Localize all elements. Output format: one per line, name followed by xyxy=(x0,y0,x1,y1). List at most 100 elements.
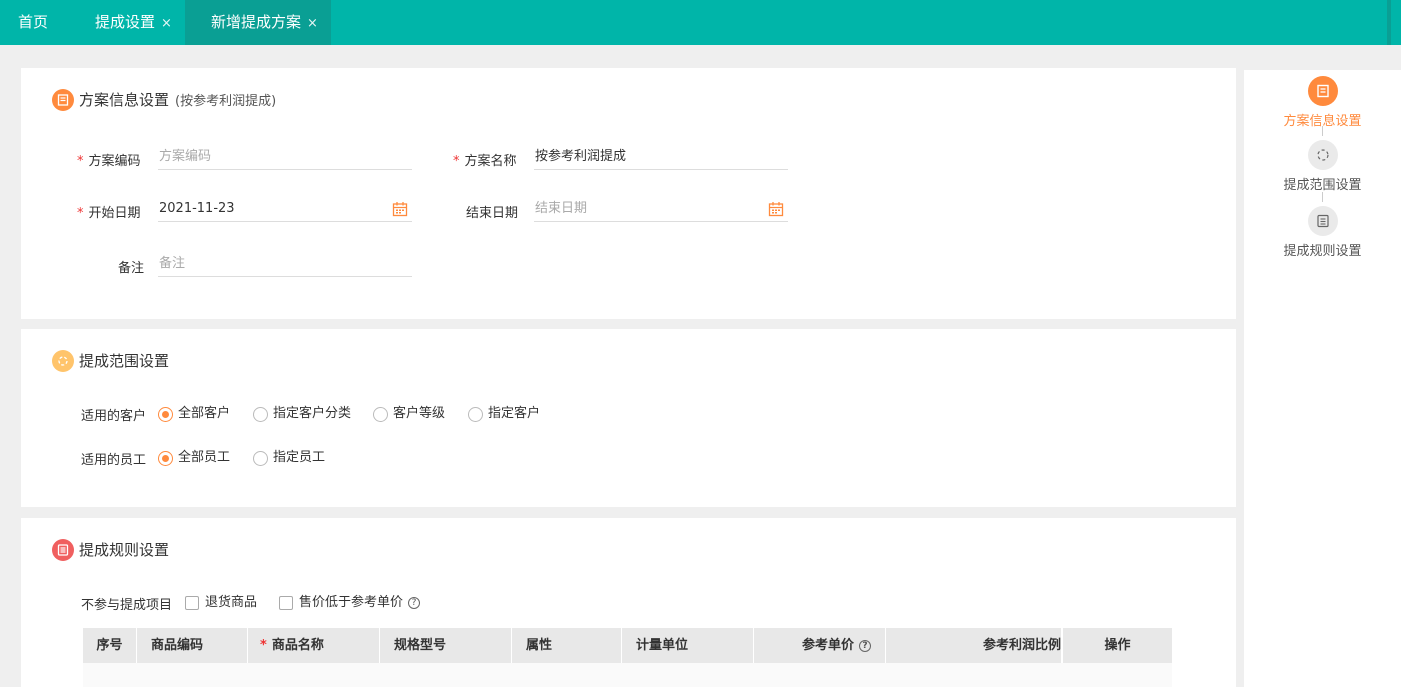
col-ref-profit-ratio: 参考利润比例 xyxy=(886,628,1062,663)
col-attribute: 属性 xyxy=(512,628,622,663)
radio-label: 指定客户分类 xyxy=(273,406,352,421)
col-product-code: 商品编码 xyxy=(137,628,248,663)
tab-home-label: 首页 xyxy=(18,13,49,31)
plan-name-label-text: 方案名称 xyxy=(464,154,517,169)
tab-new-plan-label: 新增提成方案 xyxy=(211,13,302,31)
top-tab-bar: 首页 提成设置 × 新增提成方案 × xyxy=(0,0,1401,45)
col-spec: 规格型号 xyxy=(380,628,512,663)
step-connector xyxy=(1322,126,1323,136)
radio-customer-category[interactable]: 指定客户分类 xyxy=(253,405,351,423)
plan-code-label: * 方案编码 xyxy=(77,150,141,169)
step-connector xyxy=(1322,192,1323,202)
checkbox-icon xyxy=(279,596,293,610)
radio-specific-customer[interactable]: 指定客户 xyxy=(468,405,540,423)
checkbox-returned-goods[interactable]: 退货商品 xyxy=(185,594,257,612)
tab-new-plan[interactable]: 新增提成方案 × xyxy=(185,0,331,45)
col-product-name: * 商品名称 xyxy=(248,628,380,663)
required-mark: * xyxy=(453,154,460,169)
list-icon xyxy=(52,539,74,561)
step-scope[interactable]: 提成范围设置 xyxy=(1244,140,1401,193)
tab-bar-edge xyxy=(1387,0,1391,45)
calendar-icon[interactable] xyxy=(768,201,784,217)
radio-label: 全部客户 xyxy=(178,406,231,421)
end-date-label-text: 结束日期 xyxy=(466,206,519,221)
radio-checked-icon xyxy=(158,450,173,466)
help-icon[interactable]: ? xyxy=(859,639,871,652)
required-mark: * xyxy=(77,206,84,221)
radio-specific-employee[interactable]: 指定员工 xyxy=(253,449,325,467)
exclude-items-label: 不参与提成项目 xyxy=(81,598,173,613)
remark-label: 备注 xyxy=(118,257,144,276)
col-unit: 计量单位 xyxy=(622,628,754,663)
radio-unchecked-icon xyxy=(468,406,483,422)
end-date-placeholder: 结束日期 xyxy=(535,201,588,216)
step-plan-info[interactable]: 方案信息设置 xyxy=(1244,76,1401,129)
plan-code-input[interactable]: 方案编码 xyxy=(158,144,412,170)
plan-name-label: * 方案名称 xyxy=(453,150,517,169)
checkbox-icon xyxy=(185,596,199,610)
end-date-label: 结束日期 xyxy=(466,202,518,221)
customer-scope-label: 适用的客户 xyxy=(81,409,147,424)
plan-name-value: 按参考利润提成 xyxy=(535,149,627,164)
table-header: 序号 商品编码 * 商品名称 规格型号 属性 计量单位 参考单价? 参考利润比例 … xyxy=(83,628,1172,663)
start-date-label: * 开始日期 xyxy=(77,202,141,221)
close-icon[interactable]: × xyxy=(161,16,172,31)
end-date-input[interactable]: 结束日期 xyxy=(534,196,788,222)
close-icon[interactable]: × xyxy=(307,16,318,31)
start-date-input[interactable]: 2021-11-23 xyxy=(158,196,412,222)
radio-unchecked-icon xyxy=(373,406,388,422)
radio-all-customers[interactable]: 全部客户 xyxy=(158,405,230,423)
tab-commission-label: 提成设置 xyxy=(95,13,156,31)
remark-placeholder: 备注 xyxy=(159,256,186,271)
rules-card: 提成规则设置 不参与提成项目 退货商品 售价低于参考单价? 序号 商品编码 * 商… xyxy=(21,518,1236,687)
radio-label: 全部员工 xyxy=(178,450,231,465)
section-title-scope: 提成范围设置 xyxy=(79,352,170,370)
required-mark: * xyxy=(77,154,84,169)
scope-card: 提成范围设置 适用的客户 全部客户 指定客户分类 客户等级 指定客户 适用的员工… xyxy=(21,329,1236,507)
radio-customer-level[interactable]: 客户等级 xyxy=(373,405,445,423)
document-icon xyxy=(52,89,74,111)
radio-unchecked-icon xyxy=(253,450,268,466)
document-icon xyxy=(1307,76,1338,106)
section-title-rules: 提成规则设置 xyxy=(79,541,170,559)
circle-dots-icon xyxy=(52,350,74,372)
radio-checked-icon xyxy=(158,406,173,422)
checkbox-label: 退货商品 xyxy=(205,595,258,610)
employee-scope-label: 适用的员工 xyxy=(81,453,147,468)
tab-commission-settings[interactable]: 提成设置 × xyxy=(95,0,172,45)
help-icon[interactable]: ? xyxy=(408,597,421,609)
start-date-value: 2021-11-23 xyxy=(159,201,235,216)
step-rules[interactable]: 提成规则设置 xyxy=(1244,206,1401,259)
remark-label-text: 备注 xyxy=(118,261,145,276)
step-label: 提成规则设置 xyxy=(1283,244,1362,259)
table-row xyxy=(83,663,1172,687)
radio-all-employees[interactable]: 全部员工 xyxy=(158,449,230,467)
col-product-name-text: 商品名称 xyxy=(271,638,324,653)
col-ref-price: 参考单价? xyxy=(754,628,886,663)
col-actions: 操作 xyxy=(1062,628,1172,663)
radio-label: 客户等级 xyxy=(393,406,446,421)
calendar-icon[interactable] xyxy=(392,201,408,217)
radio-label: 指定客户 xyxy=(488,406,541,421)
step-label: 提成范围设置 xyxy=(1283,178,1362,193)
plan-info-card: 方案信息设置 (按参考利润提成) * 方案编码 方案编码 * 方案名称 按参考利润提成… xyxy=(21,68,1236,319)
checkbox-label: 售价低于参考单价 xyxy=(299,595,404,610)
checkbox-below-ref-price[interactable]: 售价低于参考单价? xyxy=(279,594,421,612)
rules-table: 序号 商品编码 * 商品名称 规格型号 属性 计量单位 参考单价? 参考利润比例 … xyxy=(83,628,1172,687)
start-date-label-text: 开始日期 xyxy=(88,206,141,221)
remark-input[interactable]: 备注 xyxy=(158,251,412,277)
plan-code-label-text: 方案编码 xyxy=(88,154,141,169)
plan-info-title: 方案信息设置 xyxy=(79,91,170,109)
section-title-plan-info: 方案信息设置 (按参考利润提成) xyxy=(79,89,276,111)
list-icon xyxy=(1307,206,1338,236)
circle-dots-icon xyxy=(1307,140,1338,170)
col-index: 序号 xyxy=(83,628,137,663)
required-mark: * xyxy=(260,638,267,653)
plan-name-input[interactable]: 按参考利润提成 xyxy=(534,144,788,170)
plan-code-placeholder: 方案编码 xyxy=(159,149,212,164)
col-ref-price-text: 参考单价 xyxy=(801,638,854,653)
plan-info-subtitle: (按参考利润提成) xyxy=(175,94,277,109)
radio-unchecked-icon xyxy=(253,406,268,422)
radio-label: 指定员工 xyxy=(273,450,326,465)
tab-home[interactable]: 首页 xyxy=(18,0,48,45)
